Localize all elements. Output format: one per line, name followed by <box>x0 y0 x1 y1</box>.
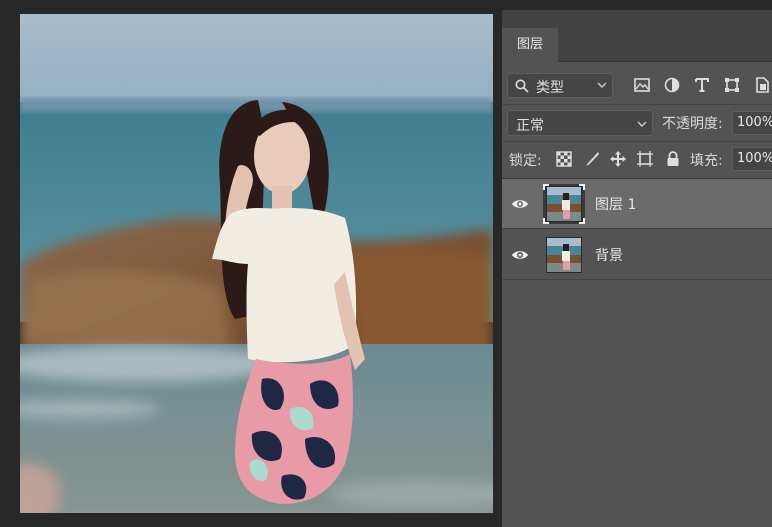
filter-kind-label: 类型 <box>536 80 564 96</box>
shape-filter-icon[interactable] <box>722 75 742 95</box>
blend-mode-select[interactable]: 正常 <box>507 110 653 136</box>
canvas-workspace[interactable] <box>0 0 500 527</box>
image-filter-icon[interactable] <box>632 75 652 95</box>
layer-name[interactable]: 图层 1 <box>595 194 636 214</box>
adjustment-filter-icon[interactable] <box>662 75 682 95</box>
layer-row[interactable]: 背景 <box>502 230 772 280</box>
lock-position-icon[interactable] <box>609 150 627 168</box>
layer-thumbnail[interactable] <box>543 235 585 275</box>
eye-icon[interactable] <box>511 246 529 264</box>
chevron-down-icon <box>597 82 607 88</box>
lock-label: 锁定: <box>509 153 542 169</box>
photo-beach-portrait <box>20 14 493 513</box>
opacity-label: 不透明度: <box>662 116 723 132</box>
lock-transparent-pixels-icon[interactable] <box>555 150 573 168</box>
panel-tab-bar: 图层 <box>502 10 772 62</box>
lock-row: 锁定: 填充: 100% <box>502 144 772 174</box>
document-canvas[interactable] <box>20 14 493 513</box>
fill-label: 填充: <box>690 153 723 169</box>
search-icon <box>515 79 529 93</box>
lock-image-pixels-icon[interactable] <box>583 150 601 168</box>
opacity-field[interactable]: 100% <box>732 111 772 135</box>
layer-filter-row: 类型 <box>502 70 772 102</box>
lock-artboard-icon[interactable] <box>636 150 654 168</box>
filter-kind-select[interactable]: 类型 <box>507 73 613 98</box>
fill-field[interactable]: 100% <box>732 147 772 171</box>
eye-icon[interactable] <box>511 195 529 213</box>
chevron-down-icon <box>637 121 647 127</box>
divider <box>502 104 772 105</box>
layers-list: 图层 1 背景 <box>502 178 772 527</box>
blend-row: 正常 不透明度: 100% <box>502 108 772 138</box>
tab-layers[interactable]: 图层 <box>502 28 558 62</box>
layer-thumbnail[interactable] <box>543 184 585 224</box>
blend-mode-label: 正常 <box>516 118 544 134</box>
lock-all-icon[interactable] <box>664 150 682 168</box>
layer-row[interactable]: 图层 1 <box>502 179 772 229</box>
divider <box>502 141 772 142</box>
smart-object-filter-icon[interactable] <box>752 75 772 95</box>
layers-panel: 图层 类型 正常 不透明度: 100% 锁定: 填充: 100% 图层 1 背景 <box>502 10 772 527</box>
layer-name[interactable]: 背景 <box>595 245 623 265</box>
type-filter-icon[interactable] <box>692 75 712 95</box>
